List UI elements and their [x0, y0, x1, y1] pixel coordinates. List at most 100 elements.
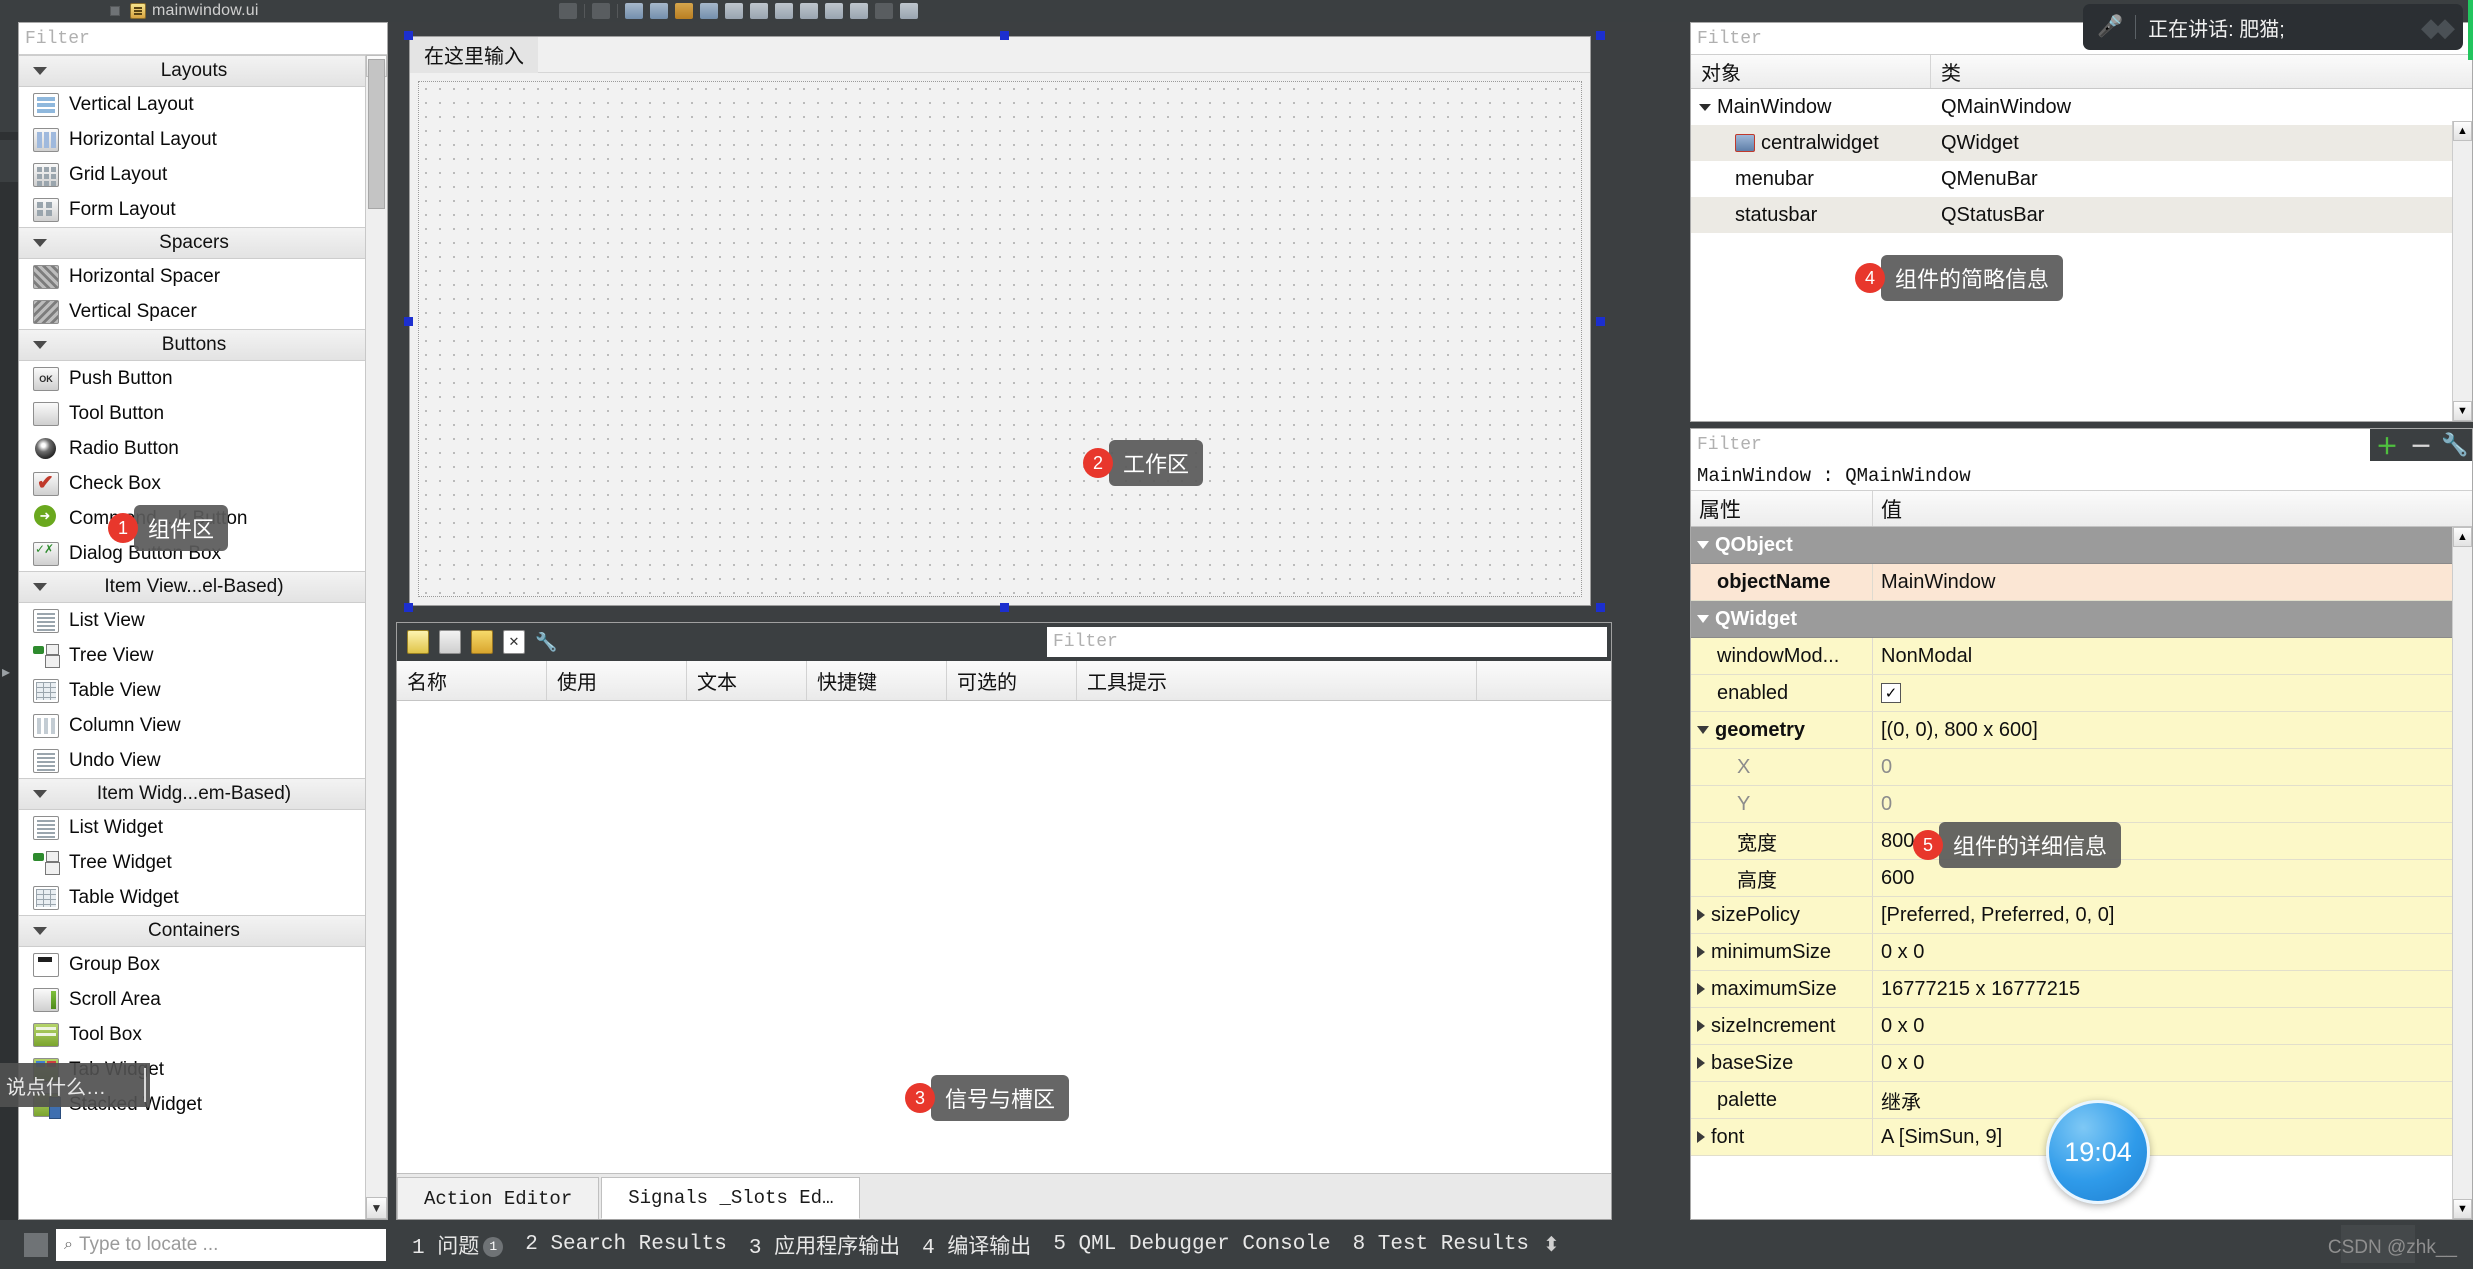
chevron-down-icon[interactable] — [1697, 541, 1709, 549]
property-row[interactable]: Y0 — [1691, 786, 2472, 823]
output-pane-button[interactable]: 5 QML Debugger Console — [1053, 1233, 1330, 1256]
action-editor-filter-input[interactable] — [1047, 627, 1607, 657]
layout-horizontally-icon[interactable] — [724, 3, 743, 19]
layout-splitter-h-icon[interactable] — [774, 3, 793, 19]
widget-item[interactable]: List Widget — [19, 810, 387, 845]
object-inspector-row[interactable]: MainWindow QMainWindow — [1691, 89, 2472, 125]
property-value-cell[interactable]: MainWindow — [1873, 571, 1995, 594]
property-value-cell[interactable]: 0 — [1873, 756, 1892, 779]
output-pane-button[interactable]: 8 Test Results — [1353, 1233, 1529, 1256]
add-icon[interactable]: ＋ — [2370, 429, 2404, 461]
widget-item[interactable]: Radio Button — [19, 431, 387, 466]
output-pane-buttons[interactable]: 1 问题 1 2 Search Results 3 应用程序输出 4 编译输出 5 QML… — [412, 1230, 1529, 1260]
resize-handle-bottom-left[interactable] — [404, 603, 413, 612]
chevron-right-icon[interactable] — [1697, 1131, 1705, 1143]
widget-item[interactable]: Table Widget — [19, 880, 387, 915]
property-group-row[interactable]: QWidget — [1691, 601, 2472, 638]
property-value-cell[interactable]: ✓ — [1873, 683, 1901, 703]
property-value-cell[interactable]: 0 — [1873, 793, 1892, 816]
property-value-cell[interactable]: [(0, 0), 800 x 600] — [1873, 719, 2038, 742]
widget-item[interactable]: Grid Layout — [19, 157, 387, 192]
property-row[interactable]: sizeIncrement 0 x 0 — [1691, 1008, 2472, 1045]
resize-handle-middle-left[interactable] — [404, 317, 413, 326]
widget-box-filter[interactable] — [19, 23, 387, 55]
scroll-up-icon[interactable]: ▲ — [2453, 527, 2472, 547]
object-inspector-row[interactable]: menubar QMenuBar — [1691, 161, 2472, 197]
widget-item[interactable]: Horizontal Spacer — [19, 259, 387, 294]
chevron-right-icon[interactable] — [1697, 909, 1705, 921]
property-row[interactable]: minimumSize 0 x 0 — [1691, 934, 2472, 971]
layout-splitter-v-icon[interactable] — [799, 3, 818, 19]
output-pane-button[interactable]: 2 Search Results — [525, 1233, 727, 1256]
widget-box-scrollbar[interactable]: ▲ ▼ — [365, 55, 387, 1219]
object-inspector-row[interactable]: centralwidget QWidget — [1691, 125, 2472, 161]
scroll-thumb[interactable] — [368, 59, 385, 209]
object-inspector-row[interactable]: statusbar QStatusBar — [1691, 197, 2472, 233]
action-column-header[interactable]: 文本 — [687, 661, 807, 700]
property-row[interactable]: geometry [(0, 0), 800 x 600] — [1691, 712, 2472, 749]
widget-item[interactable]: Form Layout — [19, 192, 387, 227]
adjust-size-icon[interactable] — [899, 3, 918, 19]
scroll-down-icon[interactable]: ▼ — [2453, 401, 2472, 421]
chevron-down-icon[interactable] — [1697, 726, 1709, 734]
property-value-cell[interactable]: NonModal — [1873, 645, 1972, 668]
edit-signals-slots-icon[interactable] — [649, 3, 668, 19]
designed-main-window[interactable]: 在这里输入 — [409, 36, 1591, 606]
scroll-up-icon[interactable]: ▲ — [2453, 121, 2472, 141]
chevron-right-icon[interactable] — [1697, 983, 1705, 995]
bottom-dock-tabbar[interactable]: Action Editor Signals _Slots Ed… — [397, 1173, 1611, 1219]
property-row[interactable]: baseSize 0 x 0 — [1691, 1045, 2472, 1082]
edit-widgets-icon[interactable] — [624, 3, 643, 19]
widget-box-list[interactable]: Layouts Vertical Layout Horizontal Layout G… — [19, 55, 387, 1219]
widget-item[interactable]: Tool Box — [19, 1017, 387, 1052]
widget-item[interactable]: Group Box — [19, 947, 387, 982]
action-column-header[interactable]: 快捷键 — [807, 661, 947, 700]
property-editor-filter-input[interactable] — [1697, 435, 2364, 455]
dock-tab[interactable]: Signals _Slots Ed… — [601, 1177, 861, 1219]
property-row[interactable]: windowMod... NonModal — [1691, 638, 2472, 675]
layout-vertically-icon[interactable] — [749, 3, 768, 19]
widget-item[interactable]: OK Push Button — [19, 361, 387, 396]
chevron-down-icon[interactable] — [1699, 103, 1711, 111]
chevron-right-icon[interactable] — [1697, 1057, 1705, 1069]
ime-input-bar[interactable]: 说点什么… — [0, 1063, 150, 1107]
enabled-checkbox[interactable]: ✓ — [1881, 683, 1901, 703]
property-value-cell[interactable]: 0 x 0 — [1873, 1052, 1924, 1075]
widget-item[interactable]: List View — [19, 603, 387, 638]
widget-group-header[interactable]: Layouts — [19, 55, 387, 87]
widget-item[interactable]: Check Box — [19, 466, 387, 501]
property-value-cell[interactable]: 16777215 x 16777215 — [1873, 978, 2080, 1001]
widget-item[interactable]: Undo View — [19, 743, 387, 778]
widget-item[interactable]: Scroll Area — [19, 982, 387, 1017]
window-menu-icon[interactable] — [110, 6, 120, 16]
object-inspector-scrollbar[interactable]: ▲ ▼ — [2452, 121, 2472, 421]
layout-grid-icon[interactable] — [824, 3, 843, 19]
property-row[interactable]: enabled ✓ — [1691, 675, 2472, 712]
scroll-down-icon[interactable]: ▼ — [2453, 1199, 2472, 1219]
widget-item[interactable]: Horizontal Layout — [19, 122, 387, 157]
locator-input-wrap[interactable]: ⌕ — [56, 1228, 386, 1261]
dock-tab[interactable]: Action Editor — [397, 1177, 600, 1219]
resize-handle-middle-right[interactable] — [1596, 317, 1605, 326]
action-column-header[interactable]: 工具提示 — [1077, 661, 1477, 700]
widget-item[interactable]: Tree View — [19, 638, 387, 673]
resize-handle-bottom-middle[interactable] — [1000, 603, 1009, 612]
form-menubar[interactable]: 在这里输入 — [410, 36, 1590, 73]
menubar-placeholder[interactable]: 在这里输入 — [410, 36, 538, 73]
property-row[interactable]: X0 — [1691, 749, 2472, 786]
chevron-right-icon[interactable] — [1697, 946, 1705, 958]
up-down-arrows-icon[interactable]: ⬍ — [1543, 1232, 1560, 1257]
widget-group-header[interactable]: Containers — [19, 915, 387, 947]
widget-item[interactable]: Vertical Spacer — [19, 294, 387, 329]
floating-clock-widget[interactable]: 19:04 — [2046, 1100, 2150, 1204]
output-pane-button[interactable]: 1 问题 1 — [412, 1230, 504, 1260]
chevron-right-icon[interactable] — [1697, 1020, 1705, 1032]
resize-handle-bottom-right[interactable] — [1596, 603, 1605, 612]
property-editor-scrollbar[interactable]: ▲ ▼ — [2452, 527, 2472, 1219]
toolbar-caret-icon[interactable] — [591, 3, 610, 19]
resize-handle-top-left[interactable] — [404, 31, 413, 40]
widget-item[interactable]: Vertical Layout — [19, 87, 387, 122]
property-value-cell[interactable]: [Preferred, Preferred, 0, 0] — [1873, 904, 2114, 927]
action-column-header[interactable]: 使用 — [547, 661, 687, 700]
layout-form-icon[interactable] — [849, 3, 868, 19]
